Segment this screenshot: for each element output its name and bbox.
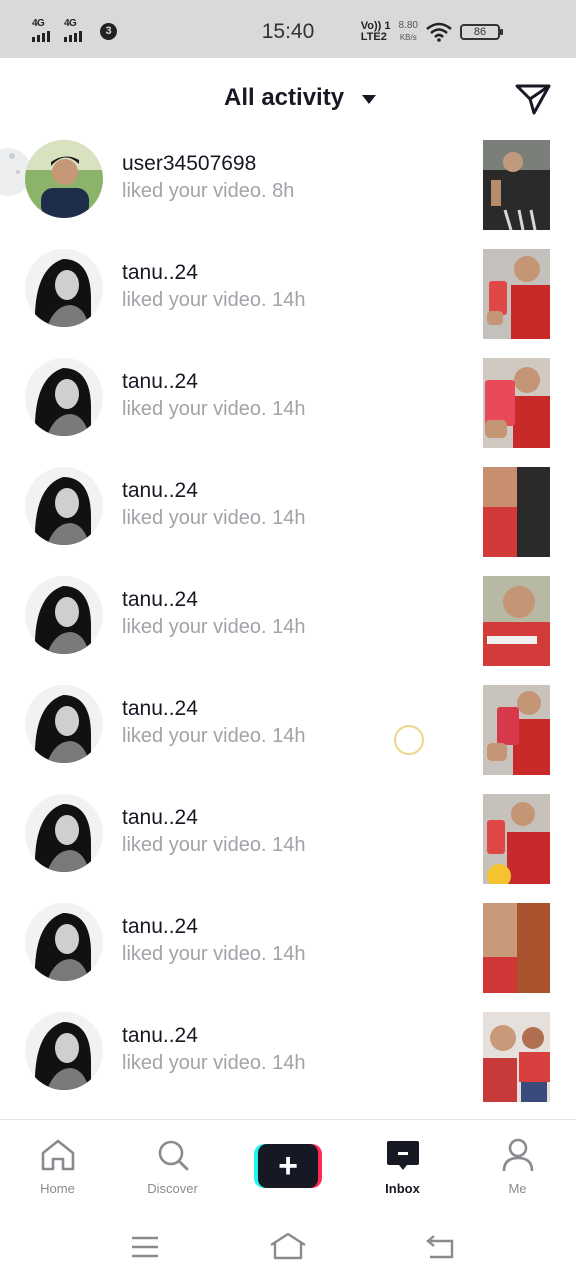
video-thumbnail[interactable] (483, 576, 550, 666)
video-thumbnail[interactable] (483, 358, 550, 448)
chevron-down-icon[interactable] (362, 95, 376, 104)
activity-label: liked your video. (122, 616, 267, 638)
avatar[interactable] (25, 685, 103, 763)
activity-text: liked your video. 14h (122, 1052, 305, 1075)
system-nav-bar (0, 1213, 576, 1280)
list-item[interactable]: tanu..24 liked your video. 14h (0, 459, 576, 568)
timestamp: 14h (272, 1052, 306, 1074)
avatar[interactable] (25, 467, 103, 545)
timestamp: 14h (272, 725, 306, 747)
username[interactable]: user34507698 (122, 152, 256, 176)
username[interactable]: tanu..24 (122, 370, 198, 394)
battery-level: 86 (473, 26, 487, 38)
activity-label: liked your video. (122, 507, 267, 529)
username[interactable]: tanu..24 (122, 588, 198, 612)
speed-unit: KB/s (399, 33, 417, 42)
timestamp: 14h (272, 507, 306, 529)
system-home-icon[interactable] (268, 1231, 308, 1261)
avatar[interactable] (25, 903, 103, 981)
avatar[interactable] (25, 140, 103, 218)
avatar[interactable] (25, 249, 103, 327)
list-item[interactable]: tanu..24 liked your video. 14h (0, 350, 576, 459)
username[interactable]: tanu..24 (122, 479, 198, 503)
timestamp: 14h (272, 834, 306, 856)
nav-me-label: Me (508, 1181, 527, 1196)
inbox-icon (386, 1141, 419, 1170)
nav-inbox-label: Inbox (385, 1181, 420, 1196)
speed-value: 8.80 (398, 20, 418, 31)
video-thumbnail[interactable] (483, 794, 550, 884)
volte-bottom: LTE2 (360, 31, 387, 43)
timestamp: 14h (272, 398, 306, 420)
username[interactable]: tanu..24 (122, 1024, 198, 1048)
username[interactable]: tanu..24 (122, 806, 198, 830)
activity-label: liked your video. (122, 180, 267, 202)
video-thumbnail[interactable] (483, 140, 550, 230)
avatar[interactable] (25, 358, 103, 436)
profile-icon (502, 1138, 533, 1172)
list-item[interactable]: tanu..24 liked your video. 14h (0, 786, 576, 895)
plus-icon: + (258, 1144, 318, 1188)
activity-label: liked your video. (122, 1052, 267, 1074)
timestamp: 14h (272, 289, 306, 311)
touch-indicator (394, 725, 424, 755)
activity-text: liked your video. 14h (122, 725, 305, 748)
activity-text: liked your video. 14h (122, 616, 305, 639)
activity-text: liked your video. 14h (122, 834, 305, 857)
home-icon (41, 1139, 74, 1171)
direct-message-icon[interactable] (514, 82, 552, 116)
nav-home-label: Home (40, 1181, 75, 1196)
nav-discover[interactable]: Discover (115, 1120, 230, 1214)
activity-text: liked your video. 14h (122, 507, 305, 530)
avatar[interactable] (25, 1012, 103, 1090)
list-item[interactable]: user34507698 liked your video. 8h (0, 132, 576, 241)
video-thumbnail[interactable] (483, 1012, 550, 1102)
activity-label: liked your video. (122, 943, 267, 965)
volte-indicator: Vo)) 1 LTE2 (361, 21, 391, 43)
activity-text: liked your video. 14h (122, 398, 305, 421)
create-button[interactable]: + (254, 1144, 322, 1188)
list-item[interactable]: tanu..24 liked your video. 14h (0, 895, 576, 1004)
activity-filter-dropdown[interactable]: All activity (224, 84, 344, 112)
avatar[interactable] (25, 576, 103, 654)
back-icon[interactable] (424, 1233, 456, 1261)
username[interactable]: tanu..24 (122, 697, 198, 721)
video-thumbnail[interactable] (483, 903, 550, 993)
battery-icon: 86 (460, 24, 503, 40)
activity-list[interactable]: user34507698 liked your video. 8h tanu..… (0, 132, 576, 1119)
timestamp: 14h (272, 943, 306, 965)
status-bar: 4G 4G 3 15:40 Vo)) 1 LTE2 8.80 KB/s 86 (0, 0, 576, 58)
username[interactable]: tanu..24 (122, 915, 198, 939)
nav-discover-label: Discover (147, 1181, 198, 1196)
video-thumbnail[interactable] (483, 249, 550, 339)
network-speed: 8.80 KB/s (399, 20, 418, 44)
menu-icon[interactable] (130, 1235, 160, 1259)
status-right: Vo)) 1 LTE2 8.80 KB/s 86 (361, 20, 503, 44)
wifi-icon (426, 22, 452, 42)
activity-text: liked your video. 14h (122, 289, 305, 312)
activity-label: liked your video. (122, 725, 267, 747)
list-item[interactable]: tanu..24 liked your video. 14h (0, 1004, 576, 1113)
activity-label: liked your video. (122, 398, 267, 420)
avatar[interactable] (25, 794, 103, 872)
nav-me[interactable]: Me (460, 1120, 575, 1214)
nav-home[interactable]: Home (0, 1120, 115, 1214)
list-item[interactable]: tanu..24 liked your video. 14h (0, 241, 576, 350)
activity-text: liked your video. 14h (122, 943, 305, 966)
activity-label: liked your video. (122, 289, 267, 311)
search-icon (158, 1140, 188, 1171)
timestamp: 8h (272, 180, 295, 202)
video-thumbnail[interactable] (483, 685, 550, 775)
username[interactable]: tanu..24 (122, 261, 198, 285)
list-item[interactable]: tanu..24 liked your video. 14h (0, 677, 576, 786)
timestamp: 14h (272, 616, 306, 638)
activity-text: liked your video. 8h (122, 180, 294, 203)
nav-inbox[interactable]: Inbox (345, 1120, 460, 1214)
video-thumbnail[interactable] (483, 467, 550, 557)
list-item[interactable]: tanu..24 liked your video. 14h (0, 568, 576, 677)
activity-label: liked your video. (122, 834, 267, 856)
